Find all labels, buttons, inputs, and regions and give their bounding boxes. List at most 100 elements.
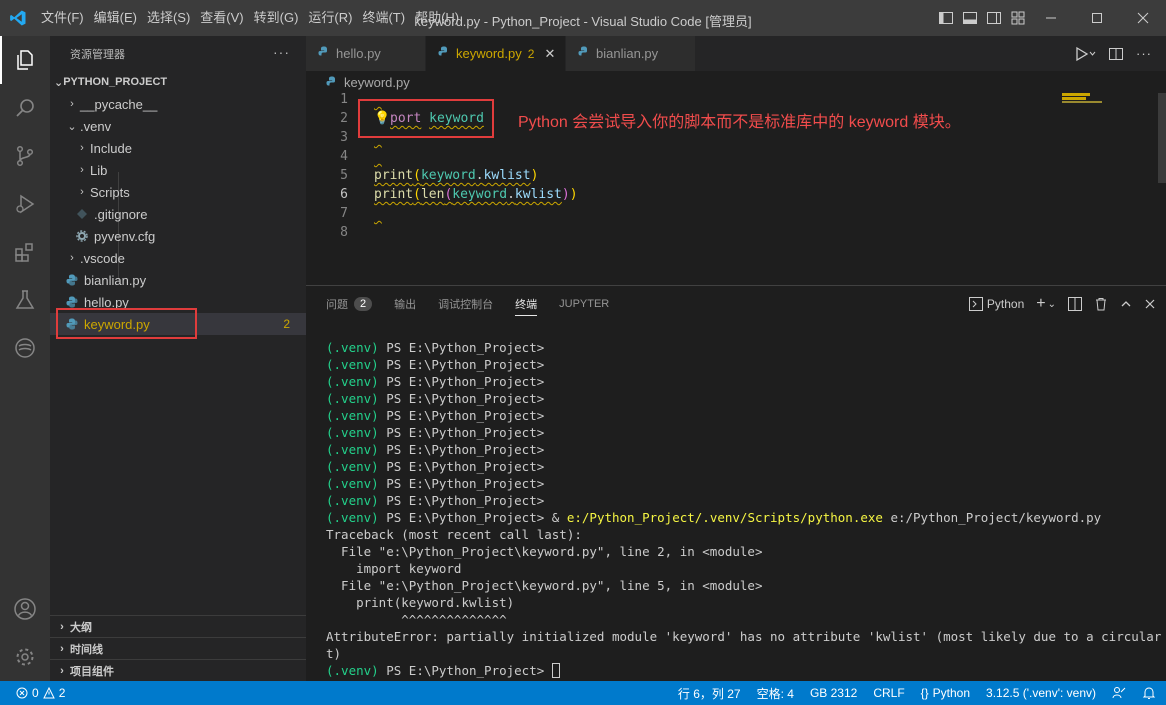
tree-item-label: .vscode [80,250,125,266]
tree-item-include[interactable]: › Include [50,137,306,159]
explorer-icon[interactable] [0,36,50,84]
menu-selection[interactable]: 选择(S) [142,0,195,36]
menu-file[interactable]: 文件(F) [36,0,89,36]
terminal-selector[interactable]: Python [968,297,1024,311]
split-terminal-icon[interactable] [1068,297,1082,311]
tab-problems[interactable]: 问题 2 [326,286,373,322]
tab-label: 调试控制台 [438,299,494,311]
venv-label: (.venv) [326,510,379,525]
search-icon[interactable] [0,84,50,132]
toggle-sidebar-icon[interactable] [938,10,954,26]
tree-item-pycache[interactable]: › __pycache__ [50,93,306,115]
maximize-icon[interactable] [1074,0,1120,36]
language-label: Python [932,686,971,700]
tree-item-lib[interactable]: › Lib [50,159,306,181]
status-left[interactable]: 0 2 [0,686,65,700]
project-components-pane-header[interactable]: › 项目组件 [50,659,306,681]
toggle-panel-icon[interactable] [962,10,978,26]
menu-edit[interactable]: 编辑(E) [89,0,142,36]
testing-flask-icon[interactable] [0,276,50,324]
remote-explorer-icon[interactable] [0,324,50,372]
module-name: keyword [420,168,476,183]
maximize-panel-icon[interactable] [1120,298,1132,310]
extensions-icon[interactable] [0,228,50,276]
activity-bar [0,36,50,681]
customize-layout-icon[interactable] [1010,10,1026,26]
python-file-icon [318,46,330,61]
menu-view[interactable]: 查看(V) [195,0,248,36]
tab-debug-console[interactable]: 调试控制台 [438,286,493,322]
indentation[interactable]: 空格: 4 [757,685,794,702]
menu-help[interactable]: 帮助(H) [410,0,464,36]
new-terminal-icon[interactable]: + [1036,295,1045,313]
tab-jupyter[interactable]: JUPYTER [559,286,609,322]
terminal-line: (.venv) PS E:\Python_Project> [326,458,1166,475]
highlight-box [358,99,494,138]
tab-label: hello.py [336,46,381,61]
notifications-bell-icon[interactable] [1142,686,1156,700]
project-folder-header[interactable]: ⌄ PYTHON_PROJECT [50,71,306,93]
close-icon[interactable] [1120,0,1166,36]
tree-item-vscode[interactable]: › .vscode [50,247,306,269]
tab-hello-py[interactable]: hello.py [306,36,426,71]
tab-keyword-py[interactable]: keyword.py 2 ✕ [426,36,566,71]
terminal-output[interactable]: (.venv) PS E:\Python_Project> (.venv) PS… [326,339,1166,679]
tab-output[interactable]: 输出 [394,286,416,322]
cursor-position[interactable]: 行 6，列 27 [678,685,741,702]
chevron-down-icon[interactable]: ⌄ [1048,299,1056,310]
run-debug-icon[interactable] [0,180,50,228]
more-actions-icon[interactable]: ··· [273,44,290,60]
status-bar: 0 2 行 6，列 27 空格: 4 GB 2312 CRLF {} Python… [0,681,1166,705]
editor-actions: ··· [1074,36,1166,71]
terminal-line: (.venv) PS E:\Python_Project> [326,492,1166,509]
tree-item-label: .venv [80,118,112,134]
minimize-icon[interactable] [1028,0,1074,36]
trash-icon[interactable] [1094,297,1108,311]
tree-item-venv[interactable]: ⌄ .venv [50,115,306,137]
venv-label: (.venv) [326,459,379,474]
error-icon [16,687,28,699]
run-file-icon[interactable] [1074,46,1096,62]
error-line: t) [326,646,342,661]
traceback-line: File "e:\Python_Project\keyword.py", lin… [326,544,763,559]
close-panel-icon[interactable] [1144,298,1156,310]
tab-terminal[interactable]: 终端 [515,286,538,322]
line-ending[interactable]: CRLF [873,686,904,700]
traceback-line: print(keyword.kwlist) [326,595,515,610]
terminal-line: (.venv) PS E:\Python_Project> [326,441,1166,458]
venv-label: (.venv) [326,476,379,491]
editor-scrollbar[interactable] [1158,93,1166,183]
split-editor-icon[interactable] [1108,46,1124,62]
code-line-6: 6 print(len(keyword.kwlist)) [306,185,1146,204]
tree-item-label: __pycache__ [80,96,158,112]
tree-item-gitignore[interactable]: .gitignore [50,203,306,225]
project-components-pane-label: 项目组件 [70,665,114,678]
minimap[interactable] [1060,93,1152,153]
outline-pane-header[interactable]: › 大纲 [50,615,306,637]
menu-terminal[interactable]: 终端(T) [357,0,410,36]
tree-item-scripts[interactable]: › Scripts [50,181,306,203]
tree-item-bianlian-py[interactable]: bianlian.py [50,269,306,291]
prompt-path: PS E:\Python_Project> [378,374,552,389]
traceback-line: import keyword [326,561,462,576]
tab-bianlian-py[interactable]: bianlian.py [566,36,696,71]
encoding[interactable]: GB 2312 [810,686,857,700]
menu-run[interactable]: 运行(R) [303,0,357,36]
more-actions-icon[interactable]: ··· [1136,46,1152,61]
tree-item-label: pyvenv.cfg [94,228,156,244]
tree-item-pyvenv-cfg[interactable]: pyvenv.cfg [50,225,306,247]
close-tab-icon[interactable]: ✕ [544,46,555,62]
timeline-pane-header[interactable]: › 时间线 [50,637,306,659]
breadcrumb-file: keyword.py [344,74,410,90]
menu-go[interactable]: 转到(G) [249,0,304,36]
language-mode[interactable]: {} Python [921,686,970,700]
chevron-right-icon: › [70,98,74,110]
account-icon[interactable] [0,585,50,633]
settings-gear-icon[interactable] [0,633,50,681]
python-file-icon [438,46,450,61]
source-control-icon[interactable] [0,132,50,180]
python-interpreter[interactable]: 3.12.5 ('.venv': venv) [986,686,1096,700]
feedback-icon[interactable] [1112,686,1126,700]
toggle-secondary-sidebar-icon[interactable] [986,10,1002,26]
